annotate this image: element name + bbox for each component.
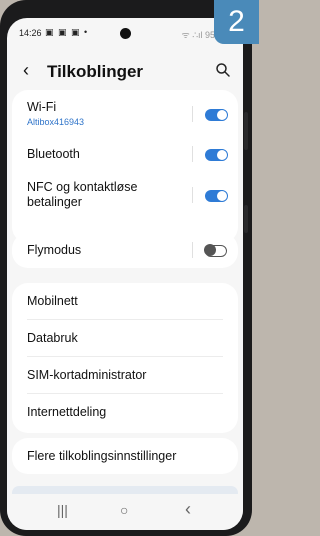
flymodus-label: Flymodus	[27, 243, 82, 257]
divider	[192, 146, 193, 162]
row-sim[interactable]: SIM-kortadministrator	[12, 357, 238, 393]
databruk-label: Databruk	[27, 331, 78, 345]
toggle-knob	[216, 189, 228, 202]
row-nfc[interactable]: NFC og kontaktløse betalinger	[12, 172, 238, 232]
home-icon[interactable]: ○	[120, 502, 128, 518]
nfc-label-line2: betalinger	[27, 195, 82, 209]
wifi-label: Wi-Fi	[27, 100, 57, 114]
row-mobilnett[interactable]: Mobilnett	[12, 283, 238, 319]
bluetooth-toggle[interactable]	[205, 148, 228, 161]
nfc-label-line1: NFC og kontaktløse	[27, 180, 138, 194]
page-title: Tilkoblinger	[47, 62, 144, 81]
bluetooth-label: Bluetooth	[27, 147, 80, 161]
card-flymodus: Flymodus	[12, 233, 238, 268]
internettdeling-label: Internettdeling	[27, 405, 107, 419]
wifi-network-name: Altibox416943	[27, 117, 85, 127]
back-icon[interactable]: ‹	[185, 499, 191, 520]
flere-label: Flere tilkoblingsinnstillinger	[27, 449, 177, 463]
app-bar: ‹ Tilkoblinger	[7, 58, 243, 84]
power-button	[244, 205, 248, 233]
row-wifi[interactable]: Wi-Fi Altibox416943	[12, 90, 238, 138]
row-bluetooth[interactable]: Bluetooth	[12, 138, 238, 172]
toggle-knob	[216, 108, 228, 121]
navigation-bar: ||| ○ ‹	[7, 494, 243, 530]
card-wireless: Wi-Fi Altibox416943 Bluetooth NFC og kon…	[12, 90, 238, 243]
card-flere: Flere tilkoblingsinnstillinger	[12, 438, 238, 474]
search-icon[interactable]	[215, 62, 231, 78]
camera-cutout	[120, 28, 131, 39]
step-number-badge: 2	[214, 0, 259, 44]
row-flere-innstillinger[interactable]: Flere tilkoblingsinnstillinger	[12, 438, 238, 474]
wifi-toggle[interactable]	[205, 108, 228, 121]
sim-label: SIM-kortadministrator	[27, 368, 147, 382]
screen: 14:26 ▣ ▣ ▣ • ᯤ ∴ıl 95% ‹ Tilkoblinger W…	[7, 18, 243, 530]
row-databruk[interactable]: Databruk	[12, 320, 238, 356]
divider	[192, 106, 193, 122]
row-flymodus[interactable]: Flymodus	[12, 233, 238, 268]
status-time: 14:26	[19, 28, 42, 38]
divider	[192, 242, 193, 258]
toggle-knob	[216, 148, 228, 161]
notification-icons: ▣ ▣ ▣ •	[45, 27, 89, 37]
flymodus-toggle[interactable]	[204, 243, 227, 257]
status-bar: 14:26 ▣ ▣ ▣ • ᯤ ∴ıl 95%	[7, 18, 243, 48]
chevron-left-icon[interactable]: ‹	[23, 60, 29, 81]
nfc-toggle[interactable]	[205, 189, 228, 202]
toggle-knob	[204, 243, 216, 256]
phone-frame: 14:26 ▣ ▣ ▣ • ᯤ ∴ıl 95% ‹ Tilkoblinger W…	[0, 0, 252, 536]
volume-button	[244, 112, 248, 150]
row-internettdeling[interactable]: Internettdeling	[12, 394, 238, 431]
recents-icon[interactable]: |||	[57, 502, 68, 518]
card-network: Mobilnett Databruk SIM-kortadministrator…	[12, 283, 238, 433]
mobilnett-label: Mobilnett	[27, 294, 78, 308]
divider	[192, 187, 193, 203]
